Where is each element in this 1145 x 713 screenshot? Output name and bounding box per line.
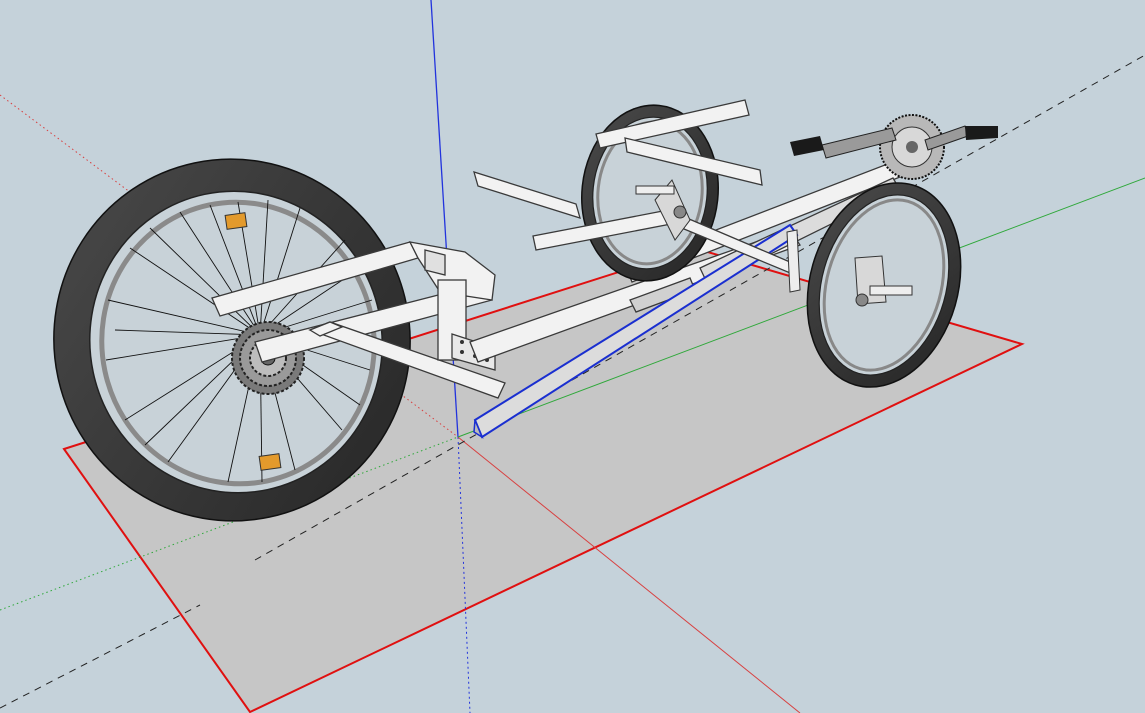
- rear-reflector-bottom: [258, 453, 282, 471]
- crankset[interactable]: [790, 114, 998, 180]
- pedal-right: [965, 126, 998, 140]
- seat-bar-left: [473, 171, 581, 219]
- model-canvas[interactable]: [0, 0, 1145, 713]
- pedal-left: [790, 136, 824, 156]
- inference-line-lower: [0, 604, 201, 709]
- rear-bracket: [424, 249, 446, 276]
- sketchup-3d-viewport[interactable]: [0, 0, 1145, 713]
- rear-reflector-top: [224, 212, 248, 230]
